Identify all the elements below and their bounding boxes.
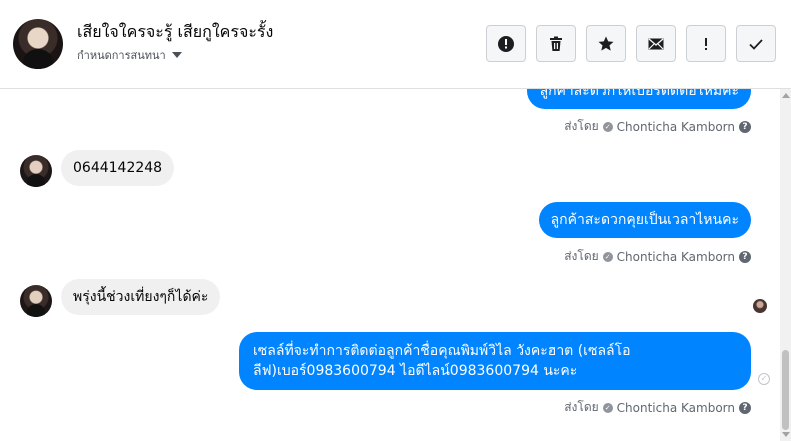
message-text-line-2: ลีฟ)เบอร์0983600794 ไอดีไลน์0983600794 น…: [253, 363, 578, 379]
contact-avatar-small[interactable]: [20, 285, 52, 317]
sender-name[interactable]: Chonticha Kamborn: [617, 120, 735, 134]
messenger-window: เสียใจใครจะรู้ เสียกูใครจะรั้ง กำหนดการส…: [0, 0, 791, 441]
outgoing-message[interactable]: ลูกค้าสะดวกให้เบอร์ติดต่อไหมคะ: [527, 89, 751, 109]
conversation-header: เสียใจใครจะรู้ เสียกูใครจะรั้ง กำหนดการส…: [0, 0, 791, 89]
contact-avatar-small[interactable]: [20, 155, 52, 187]
conversation-settings-dropdown[interactable]: กำหนดการสนทนา: [77, 46, 182, 64]
envelope-icon: [648, 37, 664, 49]
seen-indicator-avatar: [753, 299, 767, 313]
scroll-up-arrow[interactable]: [782, 93, 790, 98]
verified-check-icon: ✓: [602, 402, 613, 413]
delivered-icon: ✓: [758, 373, 770, 385]
outgoing-message[interactable]: ลูกค้าสะดวกคุยเป็นเวลาไหนคะ: [538, 202, 751, 238]
contact-name[interactable]: เสียใจใครจะรู้ เสียกูใครจะรั้ง: [77, 20, 273, 45]
sender-name[interactable]: Chonticha Kamborn: [617, 401, 735, 415]
mark-done-button[interactable]: [736, 25, 776, 62]
contact-avatar[interactable]: [13, 19, 63, 69]
message-text: 0644142248: [73, 160, 163, 176]
spam-button[interactable]: [686, 25, 726, 62]
sent-by-info: ส่งโดย ✓ Chonticha Kamborn ?: [564, 117, 751, 136]
header-actions: [486, 25, 776, 62]
help-icon[interactable]: ?: [739, 250, 751, 263]
message-text: ลูกค้าสะดวกให้เบอร์ติดต่อไหมคะ: [539, 89, 739, 99]
mark-unread-button[interactable]: [636, 25, 676, 62]
exclamation-icon: [705, 37, 707, 50]
sender-name[interactable]: Chonticha Kamborn: [617, 250, 735, 264]
star-button[interactable]: [586, 25, 626, 62]
sent-by-label: ส่งโดย: [564, 249, 599, 263]
message-thread[interactable]: ลูกค้าสะดวกให้เบอร์ติดต่อไหมคะ ส่งโดย ✓ …: [0, 89, 780, 441]
trash-icon: [550, 36, 562, 51]
subtitle-label: กำหนดการสนทนา: [77, 49, 166, 62]
caret-down-icon: [171, 52, 182, 58]
verified-check-icon: ✓: [602, 121, 613, 132]
verified-check-icon: ✓: [602, 251, 613, 262]
sent-by-info: ส่งโดย ✓ Chonticha Kamborn ?: [564, 247, 751, 266]
report-button[interactable]: [486, 25, 526, 62]
help-icon[interactable]: ?: [739, 401, 751, 414]
star-icon: [598, 36, 614, 51]
delete-button[interactable]: [536, 25, 576, 62]
help-icon[interactable]: ?: [739, 120, 751, 133]
incoming-message[interactable]: 0644142248: [61, 150, 175, 186]
message-text: พรุ่งนี้ช่วงเที่ยงๆก็ได้ค่ะ: [73, 289, 209, 305]
outgoing-message[interactable]: เซลล์ที่จะทำการติดต่อลูกค้าชื่อคุณพิมพ์ว…: [239, 332, 751, 390]
message-text-line-1: เซลล์ที่จะทำการติดต่อลูกค้าชื่อคุณพิมพ์ว…: [253, 343, 631, 359]
message-text: ลูกค้าสะดวกคุยเป็นเวลาไหนคะ: [550, 212, 739, 228]
sent-by-label: ส่งโดย: [564, 400, 599, 414]
incoming-message[interactable]: พรุ่งนี้ช่วงเที่ยงๆก็ได้ค่ะ: [61, 279, 221, 315]
report-icon: [498, 35, 514, 52]
scrollbar-thumb[interactable]: [782, 350, 789, 430]
sent-by-info: ส่งโดย ✓ Chonticha Kamborn ?: [564, 398, 751, 417]
checkmark-icon: [749, 38, 763, 50]
sent-by-label: ส่งโดย: [564, 119, 599, 133]
scroll-down-arrow[interactable]: [782, 432, 790, 437]
